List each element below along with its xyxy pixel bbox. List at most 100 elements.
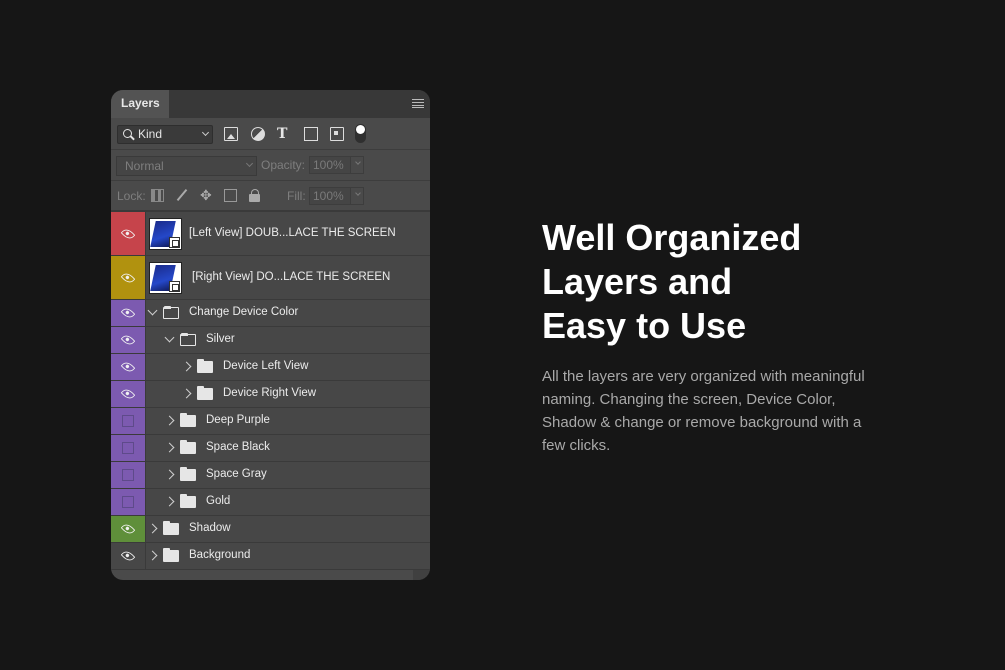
column-divider — [145, 435, 146, 461]
fill-label: Fill: — [287, 189, 306, 203]
layer-name: Device Left View — [223, 360, 309, 372]
pixel-layer-filter-icon[interactable] — [224, 127, 238, 141]
eye-icon — [120, 270, 136, 285]
visibility-toggle[interactable] — [111, 256, 145, 299]
layer-row[interactable]: Space Gray — [111, 462, 430, 489]
folder-icon — [180, 467, 196, 481]
filter-row: Kind T — [111, 118, 430, 150]
eye-icon — [120, 359, 136, 375]
panel-header: Layers — [111, 90, 430, 118]
lock-label: Lock: — [117, 189, 146, 203]
column-divider — [145, 354, 146, 380]
layer-name: Space Black — [206, 441, 270, 453]
column-divider — [145, 543, 146, 569]
opacity-dropdown[interactable] — [350, 156, 364, 174]
visibility-toggle[interactable] — [111, 354, 145, 380]
adjustment-layer-filter-icon[interactable] — [251, 127, 265, 141]
blend-mode-value: Normal — [125, 159, 164, 173]
folder-icon — [180, 333, 196, 346]
layer-row[interactable]: Silver — [111, 327, 430, 354]
layer-name: Shadow — [189, 522, 231, 534]
visibility-toggle[interactable] — [111, 543, 145, 569]
visibility-toggle[interactable] — [111, 462, 145, 488]
visibility-toggle[interactable] — [111, 212, 145, 255]
chevron-right-icon[interactable] — [181, 361, 192, 372]
layer-name: Silver — [206, 333, 235, 345]
column-divider — [145, 256, 146, 299]
chevron-right-icon[interactable] — [147, 523, 158, 534]
visibility-toggle[interactable] — [111, 300, 145, 326]
eye-icon — [120, 548, 136, 564]
lock-position-icon[interactable]: ✥ — [200, 188, 213, 202]
column-divider — [145, 381, 146, 407]
chevron-right-icon[interactable] — [164, 496, 175, 507]
smart-object-thumbnail[interactable] — [149, 262, 182, 294]
lock-transparent-pixels-icon[interactable] — [151, 189, 164, 202]
filter-kind-select[interactable]: Kind — [117, 125, 213, 144]
layer-row[interactable]: Device Left View — [111, 354, 430, 381]
layer-row[interactable]: [Right View] DO...LACE THE SCREEN — [111, 256, 430, 300]
fill-input[interactable]: 100% — [309, 187, 351, 205]
layer-name: Background — [189, 549, 251, 561]
column-divider — [145, 300, 146, 326]
blend-mode-select[interactable]: Normal — [116, 156, 257, 176]
headline-line: Well Organized — [542, 217, 802, 258]
folder-icon — [197, 386, 213, 400]
layers-panel: Layers Kind T Normal Opacity: 100% Lock:… — [111, 90, 430, 580]
layer-name: Device Right View — [223, 387, 317, 399]
column-divider — [145, 327, 146, 353]
lock-image-pixels-icon[interactable] — [176, 189, 189, 202]
layer-name: Gold — [206, 495, 231, 507]
visibility-toggle[interactable] — [111, 327, 145, 353]
folder-icon — [163, 548, 179, 562]
smart-object-thumbnail[interactable] — [149, 218, 182, 250]
smart-object-filter-icon[interactable] — [330, 127, 344, 141]
chevron-right-icon[interactable] — [164, 415, 175, 426]
layer-row[interactable]: Space Black — [111, 435, 430, 462]
chevron-right-icon[interactable] — [147, 550, 158, 561]
blend-row: Normal Opacity: 100% — [111, 150, 430, 181]
smart-object-badge-icon — [169, 237, 180, 248]
visibility-toggle[interactable] — [111, 381, 145, 407]
eye-icon — [120, 305, 136, 321]
column-divider — [145, 408, 146, 434]
chevron-down-icon — [355, 159, 361, 165]
layer-row[interactable]: Change Device Color — [111, 300, 430, 327]
chevron-down-icon[interactable] — [164, 332, 175, 343]
type-layer-filter-icon[interactable]: T — [277, 127, 291, 141]
opacity-input[interactable]: 100% — [309, 156, 351, 174]
layer-row[interactable]: Gold — [111, 489, 430, 516]
panel-menu-icon[interactable] — [412, 99, 424, 108]
filter-kind-label: Kind — [138, 127, 163, 141]
chevron-down-icon — [201, 128, 210, 137]
layer-name: Space Gray — [206, 468, 267, 480]
layer-name: [Left View] DOUB...LACE THE SCREEN — [189, 226, 396, 239]
layer-row[interactable]: Shadow — [111, 516, 430, 543]
layer-row[interactable]: Deep Purple — [111, 408, 430, 435]
chevron-right-icon[interactable] — [164, 442, 175, 453]
fill-dropdown[interactable] — [350, 187, 364, 205]
visibility-toggle[interactable] — [111, 435, 145, 461]
chevron-down-icon[interactable] — [147, 305, 158, 316]
visibility-toggle[interactable] — [111, 489, 145, 515]
lock-all-icon[interactable] — [249, 189, 262, 202]
filter-toggle[interactable] — [355, 124, 366, 143]
shape-layer-filter-icon[interactable] — [304, 127, 318, 141]
layer-name: [Right View] DO...LACE THE SCREEN — [192, 270, 391, 283]
folder-icon — [163, 306, 179, 319]
tab-layers[interactable]: Layers — [111, 90, 169, 118]
chevron-right-icon[interactable] — [164, 469, 175, 480]
eye-icon — [120, 521, 136, 537]
eye-icon — [120, 226, 136, 241]
chevron-right-icon[interactable] — [181, 388, 192, 399]
visibility-toggle[interactable] — [111, 408, 145, 434]
layer-row[interactable]: Background — [111, 543, 430, 570]
layer-row[interactable]: [Left View] DOUB...LACE THE SCREEN — [111, 212, 430, 256]
layer-row[interactable]: Device Right View — [111, 381, 430, 408]
visibility-toggle[interactable] — [111, 516, 145, 542]
layers-list: [Left View] DOUB...LACE THE SCREEN [Right… — [111, 212, 430, 580]
lock-artboard-icon[interactable] — [224, 189, 237, 202]
chevron-down-icon — [245, 159, 254, 168]
hidden-visibility-icon — [122, 469, 134, 481]
column-divider — [145, 516, 146, 542]
